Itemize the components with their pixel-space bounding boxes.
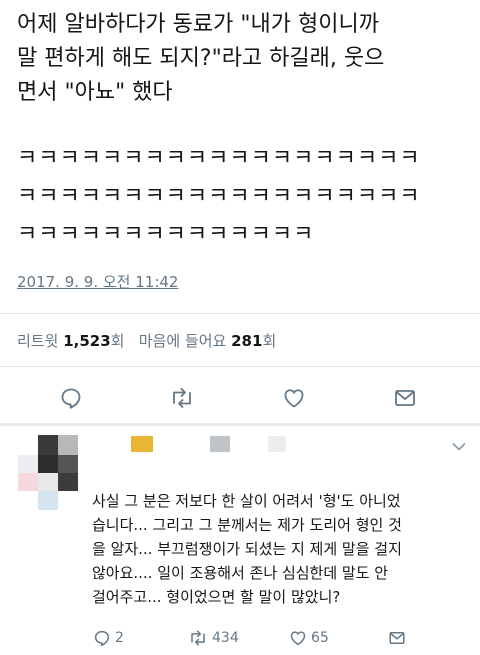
- laugh-line: ㅋㅋㅋㅋㅋㅋㅋㅋㅋㅋㅋㅋㅋㅋㅋㅋㅋㅋㅋ: [17, 146, 421, 171]
- retweets-label[interactable]: 리트윗: [17, 332, 58, 350]
- retweets-count[interactable]: 1,523: [63, 332, 110, 350]
- reply-text-line: 않아요.... 일이 조용해서 존나 심심한데 말도 안: [92, 564, 389, 582]
- display-name-block[interactable]: [131, 436, 153, 452]
- reply-like-action[interactable]: 65: [289, 627, 329, 649]
- likes-unit: 회: [262, 332, 277, 350]
- message-icon[interactable]: [391, 384, 419, 412]
- tweet-laugh-text: ㅋㅋㅋㅋㅋㅋㅋㅋㅋㅋㅋㅋㅋㅋㅋㅋㅋㅋㅋ ㅋㅋㅋㅋㅋㅋㅋㅋㅋㅋㅋㅋㅋㅋㅋㅋㅋㅋㅋ …: [17, 140, 421, 254]
- tweet-text-line: 면서 "아뇨" 했다: [17, 80, 173, 105]
- like-count: 65: [311, 630, 329, 646]
- avatar[interactable]: [18, 435, 78, 510]
- display-name-block[interactable]: [268, 436, 286, 452]
- message-icon: [389, 632, 405, 644]
- tweet-text-line: 어제 알바하다가 동료가 "내가 형이니까: [17, 12, 379, 37]
- display-name-block[interactable]: [210, 436, 230, 452]
- laugh-line: ㅋㅋㅋㅋㅋㅋㅋㅋㅋㅋㅋㅋㅋㅋ: [17, 222, 315, 247]
- retweet-icon: [191, 630, 205, 646]
- retweet-icon[interactable]: [168, 384, 196, 412]
- reply-text-line: 을 알자... 부끄럼쟁이가 되셨는 지 제게 말을 걸지: [92, 540, 402, 558]
- like-icon[interactable]: [280, 384, 308, 412]
- reply-text-line: 습니다... 그리고 그 분께서는 제가 도리어 형인 것: [92, 516, 402, 534]
- reply-icon: [94, 630, 110, 647]
- chevron-down-icon[interactable]: [452, 437, 466, 456]
- reply-text-line: 사실 그 분은 저보다 한 살이 어려서 '형'도 아니었: [92, 492, 401, 510]
- reply-count: 2: [115, 630, 124, 646]
- tweet-timestamp[interactable]: 2017. 9. 9. 오전 11:42: [17, 271, 178, 292]
- likes-label[interactable]: 마음에 들어요: [139, 332, 227, 350]
- tweet-actions: [0, 384, 480, 412]
- tweet-text-line: 말 편하게 해도 되지?"라고 하길래, 웃으: [17, 46, 385, 71]
- likes-count[interactable]: 281: [231, 332, 262, 350]
- retweet-count: 434: [212, 630, 239, 646]
- divider: [0, 366, 480, 367]
- tweet-text: 어제 알바하다가 동료가 "내가 형이니까 말 편하게 해도 되지?"라고 하길…: [17, 8, 472, 110]
- like-icon: [290, 631, 306, 646]
- reply-actions: 2 434 65: [0, 627, 480, 649]
- reply-reply-action[interactable]: 2: [93, 627, 124, 649]
- reply-retweet-action[interactable]: 434: [188, 627, 239, 649]
- divider: [0, 313, 480, 314]
- laugh-line: ㅋㅋㅋㅋㅋㅋㅋㅋㅋㅋㅋㅋㅋㅋㅋㅋㅋㅋㅋ: [17, 184, 421, 209]
- retweets-unit: 회: [110, 332, 125, 350]
- reply-text-line: 걸어주고... 형이었으면 할 말이 많았니?: [92, 588, 341, 606]
- reply-icon[interactable]: [57, 384, 85, 412]
- tweet-stats: 리트윗 1,523회 마음에 들어요 281회: [17, 330, 276, 351]
- reply-text: 사실 그 분은 저보다 한 살이 어려서 '형'도 아니었 습니다... 그리고…: [92, 489, 472, 609]
- reply-message-action[interactable]: [388, 627, 406, 649]
